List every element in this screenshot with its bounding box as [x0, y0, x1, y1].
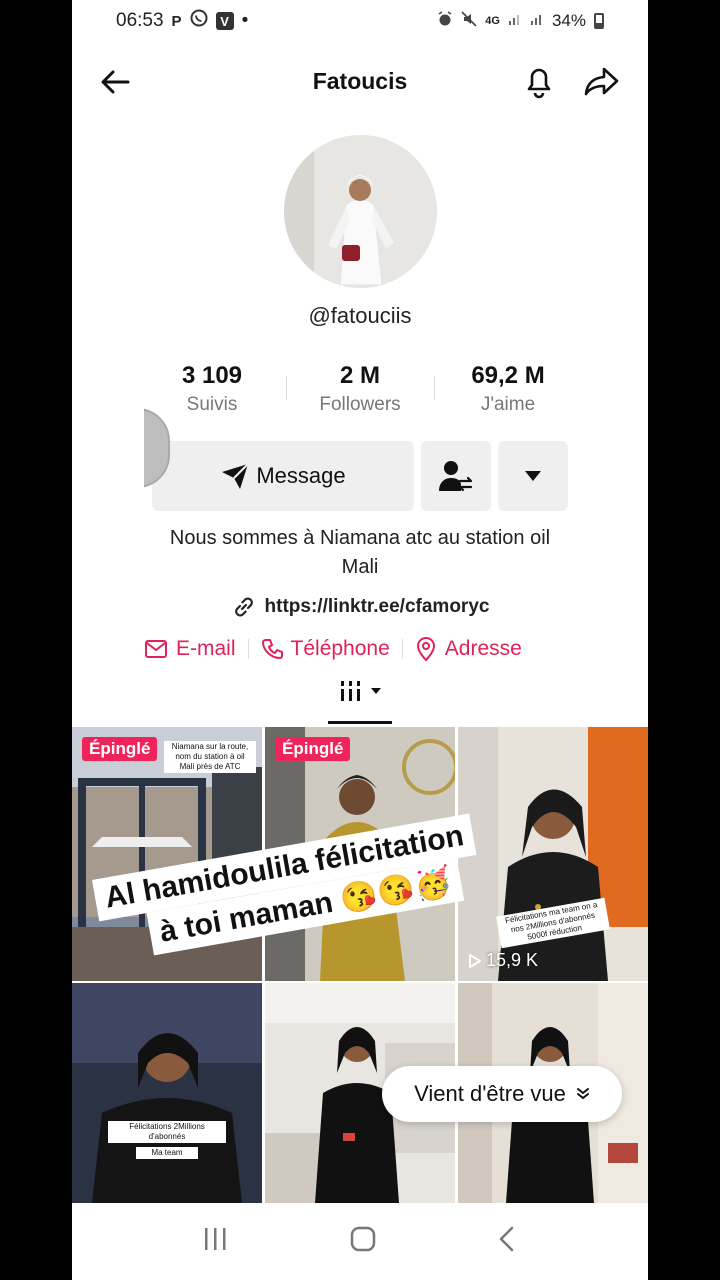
- profile-link-url: https://linktr.ee/cfamoryc: [264, 596, 490, 617]
- status-bar: 06:53 P V • 4G 34%: [72, 0, 648, 42]
- battery-icon: [594, 13, 604, 29]
- recent-apps-button[interactable]: [202, 1226, 230, 1257]
- page-title: Fatoucis: [312, 68, 408, 94]
- system-navigation-bar: [72, 1203, 648, 1280]
- video-caption-4b: Ma team: [136, 1147, 198, 1159]
- profile-header: Fatoucis: [72, 52, 648, 112]
- stat-followers-label: Followers: [319, 394, 401, 415]
- suggested-accounts-button[interactable]: [421, 441, 491, 511]
- system-back-button[interactable]: [496, 1225, 518, 1258]
- username-handle: @fatouciis: [308, 303, 412, 328]
- send-icon: [222, 463, 250, 489]
- profile-bio: Nous sommes à Niamana atc au station oil…: [122, 524, 598, 582]
- phone-contact-button[interactable]: Téléphone: [261, 637, 390, 661]
- bio-line-1: Nous sommes à Niamana atc au station oil: [169, 527, 551, 549]
- pinned-badge: Épinglé: [275, 737, 351, 761]
- network-label: 4G: [485, 15, 500, 27]
- stat-followers[interactable]: 2 M Followers: [286, 360, 434, 424]
- avatar-photo: [284, 135, 437, 288]
- stat-followers-value: 2 M: [339, 362, 380, 389]
- grid-view-icon: [341, 681, 360, 701]
- notification-bell-button[interactable]: [520, 62, 558, 100]
- double-chevron-down-icon: [576, 1088, 589, 1100]
- mail-icon: [145, 640, 167, 658]
- notification-p-icon: P: [171, 12, 182, 30]
- caret-down-icon: [525, 471, 541, 481]
- pinned-badge: Épinglé: [82, 737, 158, 761]
- signal-icon-2: [530, 11, 544, 31]
- status-time: 06:53: [116, 10, 164, 31]
- phone-screen: 06:53 P V • 4G 34% Fatoucis @fatouciis 3…: [72, 0, 648, 1280]
- alarm-icon: [437, 10, 453, 32]
- chevron-left-icon: [500, 1226, 514, 1252]
- whatsapp-icon: [190, 9, 208, 33]
- stat-following-value: 3 109: [181, 362, 243, 389]
- floating-assistant-bubble[interactable]: [144, 408, 170, 488]
- battery-percent: 34%: [551, 11, 586, 30]
- video-caption-1: Niamana sur la route, nom du station à o…: [164, 741, 256, 773]
- email-contact-button[interactable]: E-mail: [144, 637, 236, 661]
- address-contact-button[interactable]: Adresse: [415, 636, 522, 662]
- bio-line-2: Mali: [341, 556, 379, 578]
- phone-icon: [261, 639, 283, 659]
- message-button-label: Message: [256, 463, 346, 488]
- contact-row: E-mail Téléphone Adresse: [144, 632, 584, 666]
- recent-apps-icon: [204, 1228, 226, 1250]
- stat-likes-label: J'aime: [480, 394, 536, 415]
- home-icon: [350, 1226, 376, 1252]
- mute-icon: [461, 10, 477, 32]
- share-button[interactable]: [582, 62, 622, 100]
- just-watched-label: Vient d'être vue: [414, 1081, 566, 1106]
- video-thumbnail-bob-hair: [72, 983, 262, 1203]
- video-tile-4[interactable]: Félicitations 2Millions d'abonnés Ma tea…: [72, 983, 262, 1203]
- view-count: 15,9 K: [468, 950, 538, 971]
- address-contact-label: Adresse: [444, 637, 522, 660]
- message-button[interactable]: Message: [152, 441, 414, 511]
- just-watched-button[interactable]: Vient d'être vue: [382, 1066, 622, 1122]
- signal-icon-1: [508, 11, 522, 31]
- contact-separator: [247, 639, 249, 659]
- stat-likes[interactable]: 69,2 M J'aime: [434, 360, 582, 424]
- tab-videos[interactable]: [338, 678, 382, 704]
- location-pin-icon: [416, 637, 435, 662]
- home-button[interactable]: [349, 1225, 377, 1258]
- profile-stats: 3 109 Suivis 2 M Followers 69,2 M J'aime: [138, 360, 582, 424]
- more-notifications-dot-icon: •: [241, 10, 249, 31]
- phone-contact-label: Téléphone: [290, 637, 390, 660]
- stat-likes-value: 69,2 M: [471, 362, 545, 389]
- bell-icon: [527, 68, 551, 99]
- profile-avatar[interactable]: [284, 135, 437, 288]
- email-contact-label: E-mail: [176, 637, 236, 660]
- active-tab-indicator: [328, 721, 392, 724]
- play-icon: [469, 953, 481, 968]
- link-icon: [234, 597, 253, 617]
- share-arrow-icon: [584, 67, 619, 96]
- content-tabs: [72, 676, 648, 726]
- profile-link[interactable]: https://linktr.ee/cfamoryc: [72, 594, 648, 620]
- more-options-dropdown-button[interactable]: [498, 441, 568, 511]
- contact-separator: [401, 639, 403, 659]
- view-count-value: 15,9 K: [486, 950, 539, 970]
- notification-v-icon: V: [215, 12, 234, 30]
- video-grid: Épinglé Niamana sur la route, nom du sta…: [72, 727, 648, 1203]
- video-caption-4: Félicitations 2Millions d'abonnés: [108, 1121, 226, 1143]
- person-swap-icon: [439, 461, 473, 492]
- caret-down-small-icon: [371, 688, 381, 694]
